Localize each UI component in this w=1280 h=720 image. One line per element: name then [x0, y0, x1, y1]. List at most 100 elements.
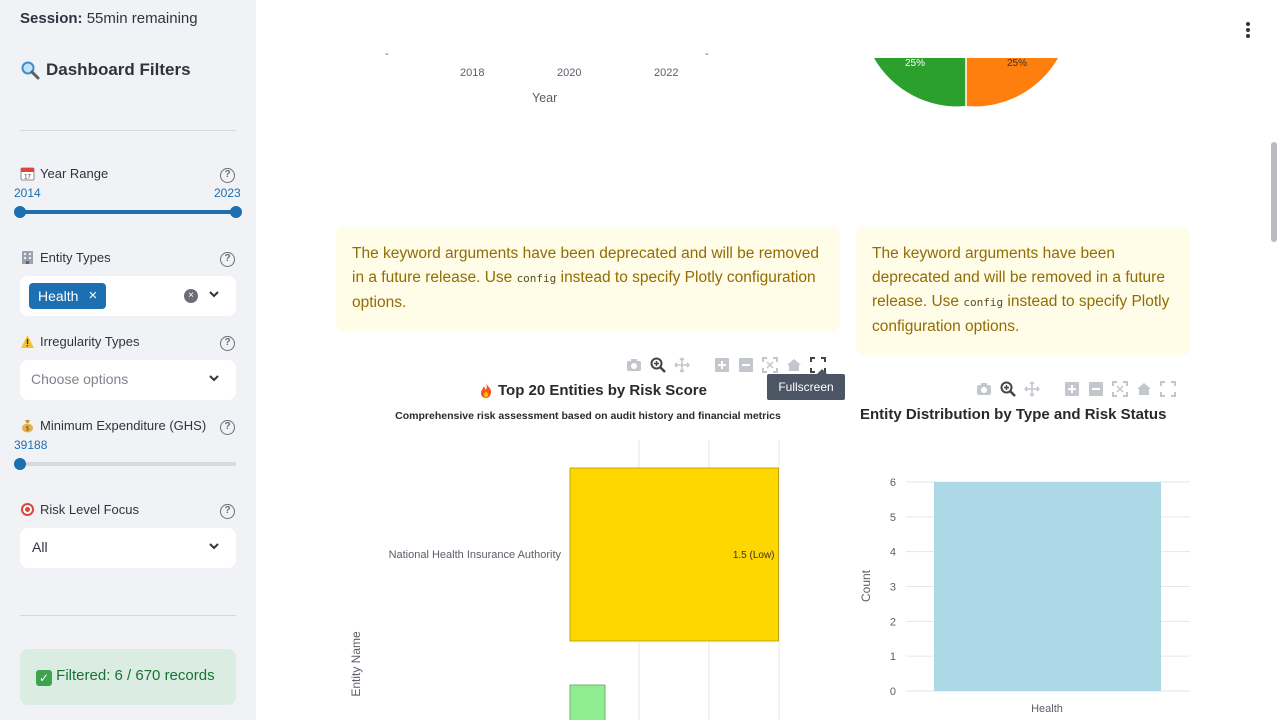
partial-tick-mark: - — [385, 48, 389, 60]
session-label: Session: — [20, 10, 83, 27]
pan-icon[interactable] — [1024, 381, 1040, 397]
entity-types-label: Entity Types — [20, 250, 111, 265]
min-expenditure-track[interactable] — [20, 462, 236, 466]
y-tick-label: 4 — [890, 547, 896, 559]
sidebar: Session: 55min remaining Dashboard Filte… — [0, 0, 256, 720]
y-axis-title: Count — [859, 569, 873, 602]
year-range-help-icon[interactable]: ? — [220, 168, 235, 183]
autoscale-icon[interactable] — [762, 357, 778, 373]
zoom-out-icon[interactable] — [738, 357, 754, 373]
reset-axes-home-icon[interactable] — [786, 357, 802, 373]
zoom-icon[interactable] — [650, 357, 666, 373]
min-expenditure-label: $ Minimum Expenditure (GHS) — [20, 418, 206, 433]
main-menu-icon[interactable] — [1240, 20, 1256, 40]
distribution-bar[interactable] — [934, 482, 1161, 691]
camera-icon[interactable] — [626, 357, 642, 373]
risk-level-help-icon[interactable]: ? — [220, 504, 235, 519]
reset-axes-home-icon[interactable] — [1136, 381, 1152, 397]
session-indicator: Session: 55min remaining — [20, 10, 198, 27]
pie-slice-label: 25% — [1007, 58, 1027, 69]
entity-distribution-chart: 0 1 2 3 4 5 6 Count Health — [859, 477, 1190, 715]
filters-title: Dashboard Filters — [20, 60, 191, 80]
year-range-min-handle[interactable] — [14, 206, 26, 218]
min-expenditure-help-icon[interactable]: ? — [220, 420, 235, 435]
y-axis-title: Entity Name — [349, 631, 363, 697]
x-tick-label: 2018 — [460, 67, 485, 79]
risk-level-value: All — [32, 539, 48, 555]
zoom-in-icon[interactable] — [1064, 381, 1080, 397]
magnifier-icon — [21, 61, 40, 80]
risk-bar[interactable] — [569, 684, 606, 720]
zoom-icon[interactable] — [1000, 381, 1016, 397]
x-axis-label: Year — [532, 91, 558, 105]
y-tick-label: 3 — [890, 582, 896, 594]
risk-level-label: Risk Level Focus — [20, 502, 139, 517]
clear-selection-icon[interactable]: × — [184, 289, 198, 303]
x-category-label: Health — [1031, 703, 1063, 715]
target-icon — [21, 503, 34, 516]
filters-title-text: Dashboard Filters — [46, 60, 191, 79]
bar-data-label: 1.5 (Low) — [733, 550, 775, 561]
app-root: Session: 55min remaining Dashboard Filte… — [0, 0, 1280, 720]
entity-types-help-icon[interactable]: ? — [220, 252, 235, 267]
chevron-down-icon[interactable] — [206, 370, 222, 386]
chart-modebar-right — [976, 381, 1176, 397]
warning-icon — [21, 335, 34, 348]
year-range-max-handle[interactable] — [230, 206, 242, 218]
fullscreen-icon[interactable] — [1160, 381, 1176, 397]
year-range-label: 17 Year Range — [20, 166, 108, 181]
risk-level-select[interactable]: All — [20, 528, 236, 568]
camera-icon[interactable] — [976, 381, 992, 397]
sidebar-divider — [20, 130, 236, 131]
irregularity-types-multiselect[interactable]: Choose options — [20, 360, 236, 400]
filtered-records-status: ✓ Filtered: 6 / 670 records — [20, 649, 236, 705]
deprecation-warning-right: The keyword arguments have been deprecat… — [856, 227, 1190, 355]
y-category-label: National Health Insurance Authority — [389, 549, 562, 561]
irregularity-types-label: Irregularity Types — [20, 334, 139, 349]
risk-score-chart: National Health Insurance Authority 1.5 … — [349, 440, 780, 720]
irregularity-types-placeholder: Choose options — [31, 371, 129, 387]
fire-icon — [481, 383, 492, 398]
y-tick-label: 1 — [890, 651, 896, 663]
session-time: 55min remaining — [86, 10, 198, 27]
y-tick-label: 2 — [890, 616, 896, 628]
risk-chart-title: Top 20 Entities by Risk Score — [478, 382, 707, 399]
zoom-out-icon[interactable] — [1088, 381, 1104, 397]
office-building-icon — [22, 251, 33, 264]
chevron-down-icon[interactable] — [206, 538, 222, 554]
min-expenditure-value: 39188 — [14, 438, 48, 452]
year-range-track[interactable] — [20, 210, 236, 214]
min-expenditure-handle[interactable] — [14, 458, 26, 470]
fullscreen-tooltip: Fullscreen — [767, 369, 845, 400]
distribution-chart-title: Entity Distribution by Type and Risk Sta… — [860, 406, 1167, 423]
autoscale-icon[interactable] — [1112, 381, 1128, 397]
entity-types-multiselect[interactable]: Health × × — [20, 276, 236, 316]
money-bag-icon: $ — [22, 420, 33, 433]
year-range-max-value: 2023 — [214, 186, 241, 200]
irregularity-types-help-icon[interactable]: ? — [220, 336, 235, 351]
pie-slice-label: 25% — [905, 58, 925, 69]
inline-code: config — [963, 296, 1004, 309]
entity-chip-health[interactable]: Health × — [29, 283, 107, 309]
inline-code: config — [516, 272, 557, 285]
y-tick-label: 0 — [890, 686, 896, 698]
risk-chart-subtitle: Comprehensive risk assessment based on a… — [395, 410, 781, 422]
calendar-icon: 17 — [20, 167, 35, 181]
partial-tick-mark: - — [705, 48, 709, 60]
chart-modebar-left — [626, 357, 826, 373]
svg-text:17: 17 — [24, 175, 31, 181]
y-tick-label: 5 — [890, 512, 896, 524]
x-tick-label: 2022 — [654, 67, 679, 79]
chip-remove-icon[interactable]: × — [88, 283, 97, 309]
check-icon: ✓ — [36, 670, 52, 686]
top-pie-chart: 25% 25% — [874, 58, 1058, 107]
main-scrollbar[interactable] — [1271, 142, 1277, 242]
y-tick-label: 6 — [890, 477, 896, 489]
zoom-in-icon[interactable] — [714, 357, 730, 373]
pan-icon[interactable] — [674, 357, 690, 373]
x-tick-label: 2020 — [557, 67, 582, 79]
year-range-min-value: 2014 — [14, 186, 41, 200]
sidebar-divider — [20, 615, 236, 616]
deprecation-warning-left: The keyword arguments have been deprecat… — [336, 227, 840, 331]
chevron-down-icon[interactable] — [206, 286, 222, 302]
